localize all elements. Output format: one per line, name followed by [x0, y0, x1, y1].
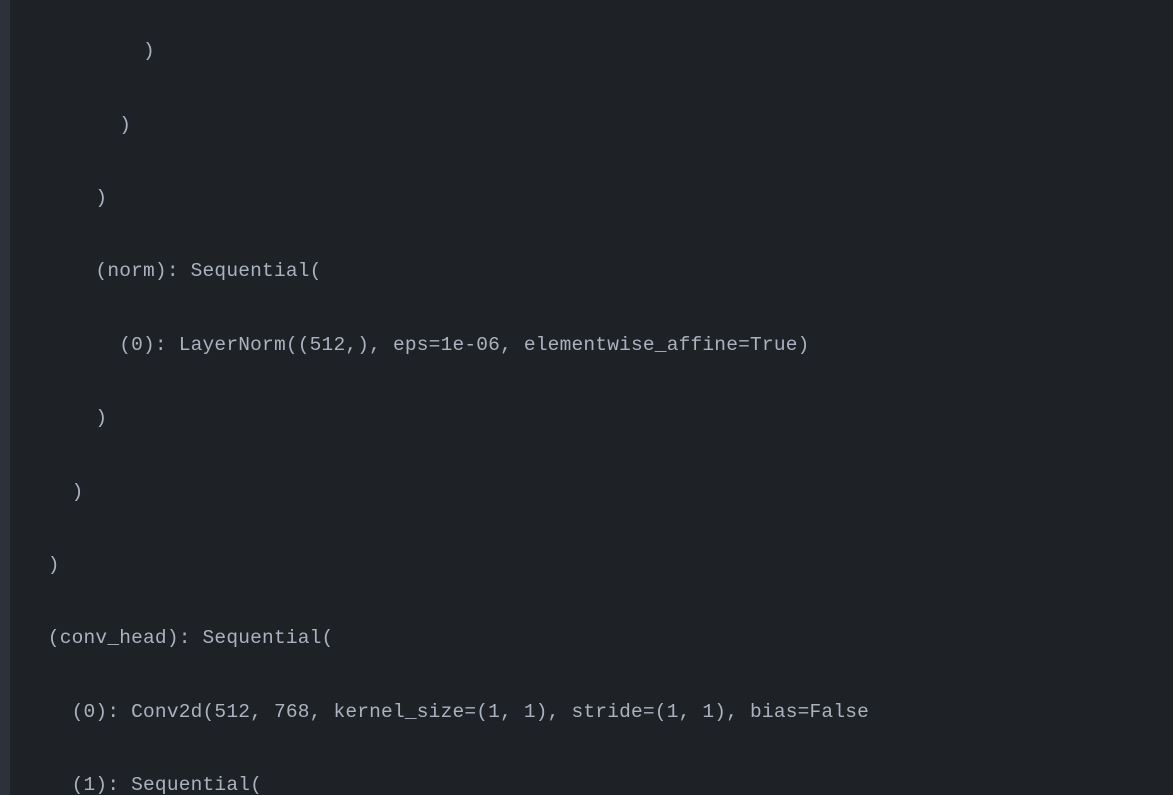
- code-line: ): [24, 471, 1173, 514]
- code-line: ): [24, 544, 1173, 587]
- code-line: (1): Sequential(: [24, 764, 1173, 795]
- code-line: ): [24, 177, 1173, 220]
- code-line: (0): Conv2d(512, 768, kernel_size=(1, 1)…: [24, 691, 1173, 734]
- code-line: (norm): Sequential(: [24, 250, 1173, 293]
- editor-gutter: [0, 0, 10, 795]
- code-line: (0): LayerNorm((512,), eps=1e-06, elemen…: [24, 324, 1173, 367]
- code-line: (conv_head): Sequential(: [24, 617, 1173, 660]
- code-line: ): [24, 397, 1173, 440]
- code-output-area[interactable]: ) ) ) (norm): Sequential( (0): LayerNorm…: [10, 0, 1173, 795]
- code-line: ): [24, 30, 1173, 73]
- code-line: ): [24, 104, 1173, 147]
